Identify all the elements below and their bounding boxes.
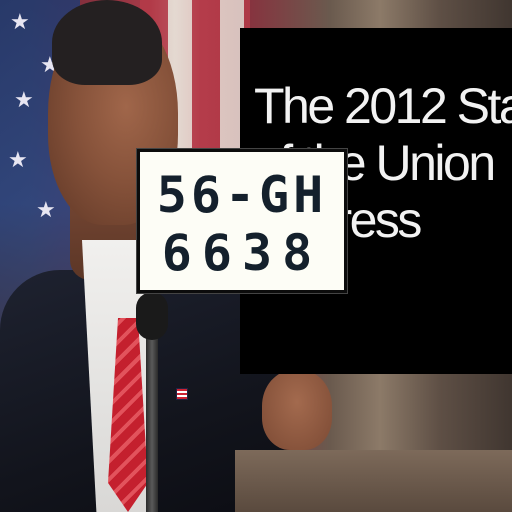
plate-line-2: 6638 (161, 224, 323, 282)
license-plate: 56-GH 6638 (137, 149, 347, 293)
podium (235, 450, 512, 512)
microphone-icon (136, 292, 168, 340)
raised-hand (262, 370, 332, 450)
plate-line-1: 56-GH (156, 166, 328, 224)
hair (52, 0, 162, 85)
us-flag-pin-icon (176, 388, 188, 400)
title-line-1: The 2012 State (254, 78, 512, 134)
photo-scene: ★ ★ ★ ★ ★ The 2012 State of the Union Ad… (0, 0, 512, 512)
